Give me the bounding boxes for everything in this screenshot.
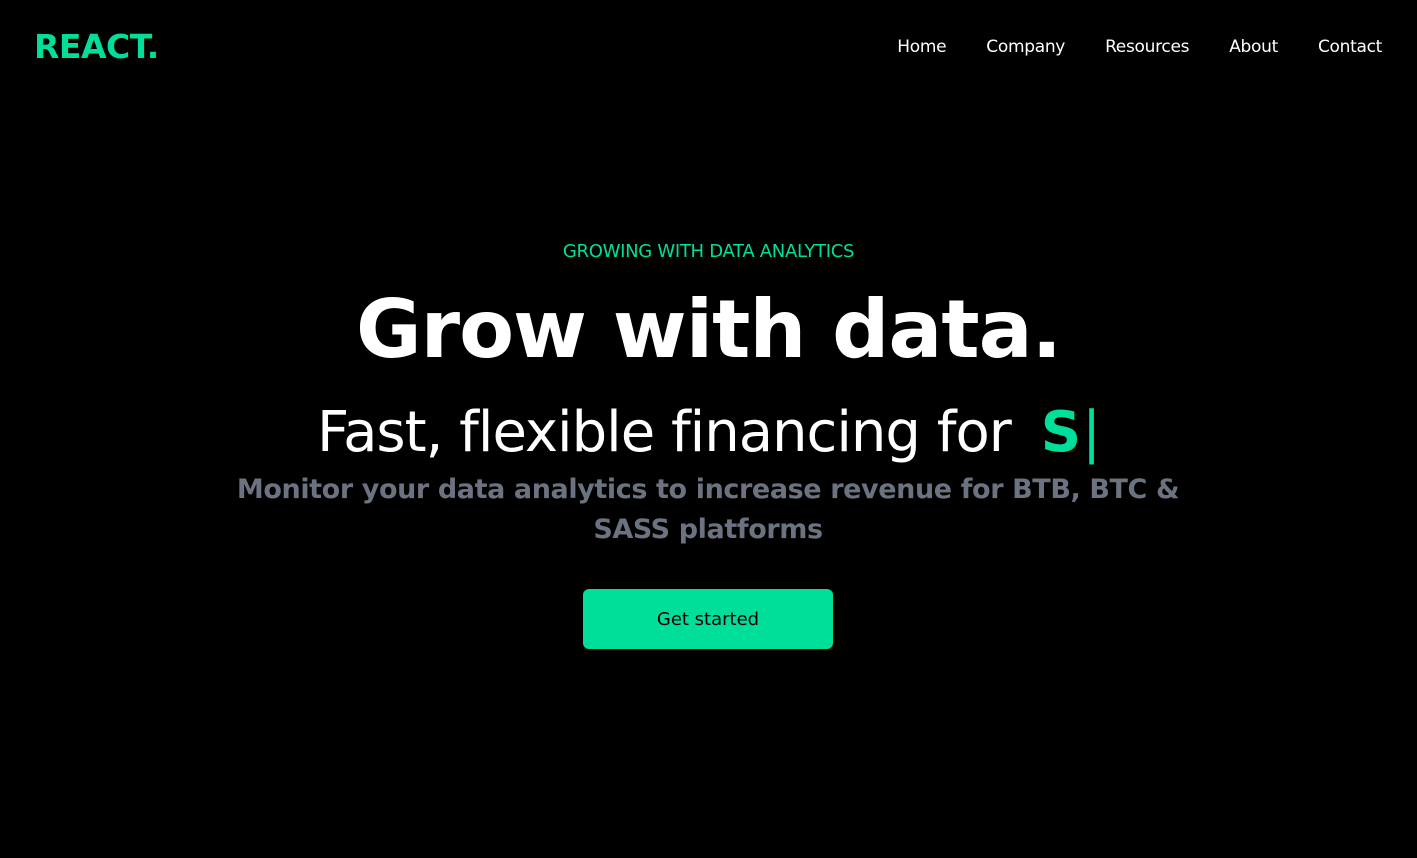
typed-word: S <box>1040 400 1081 465</box>
logo[interactable]: REACT. <box>34 27 159 66</box>
hero-headline: Grow with data. <box>355 283 1062 376</box>
typed-prefix: Fast, flexible financing for <box>317 400 1012 465</box>
get-started-button[interactable]: Get started <box>583 589 833 649</box>
nav-menu: Home Company Resources About Contact <box>857 37 1382 57</box>
nav-item-about[interactable]: About <box>1229 37 1278 57</box>
navbar: REACT. Home Company Resources About Cont… <box>0 0 1417 94</box>
hero-subtext: Monitor your data analytics to increase … <box>236 474 1180 545</box>
nav-item-contact[interactable]: Contact <box>1318 37 1382 57</box>
hero-eyebrow: GROWING WITH DATA ANALYTICS <box>562 241 855 262</box>
nav-item-home[interactable]: Home <box>897 37 946 57</box>
typing-cursor: | <box>1082 400 1101 465</box>
nav-item-company[interactable]: Company <box>986 37 1065 57</box>
nav-item-resources[interactable]: Resources <box>1105 37 1189 57</box>
typed-tagline: Fast, flexible financing for S | <box>0 399 1417 467</box>
